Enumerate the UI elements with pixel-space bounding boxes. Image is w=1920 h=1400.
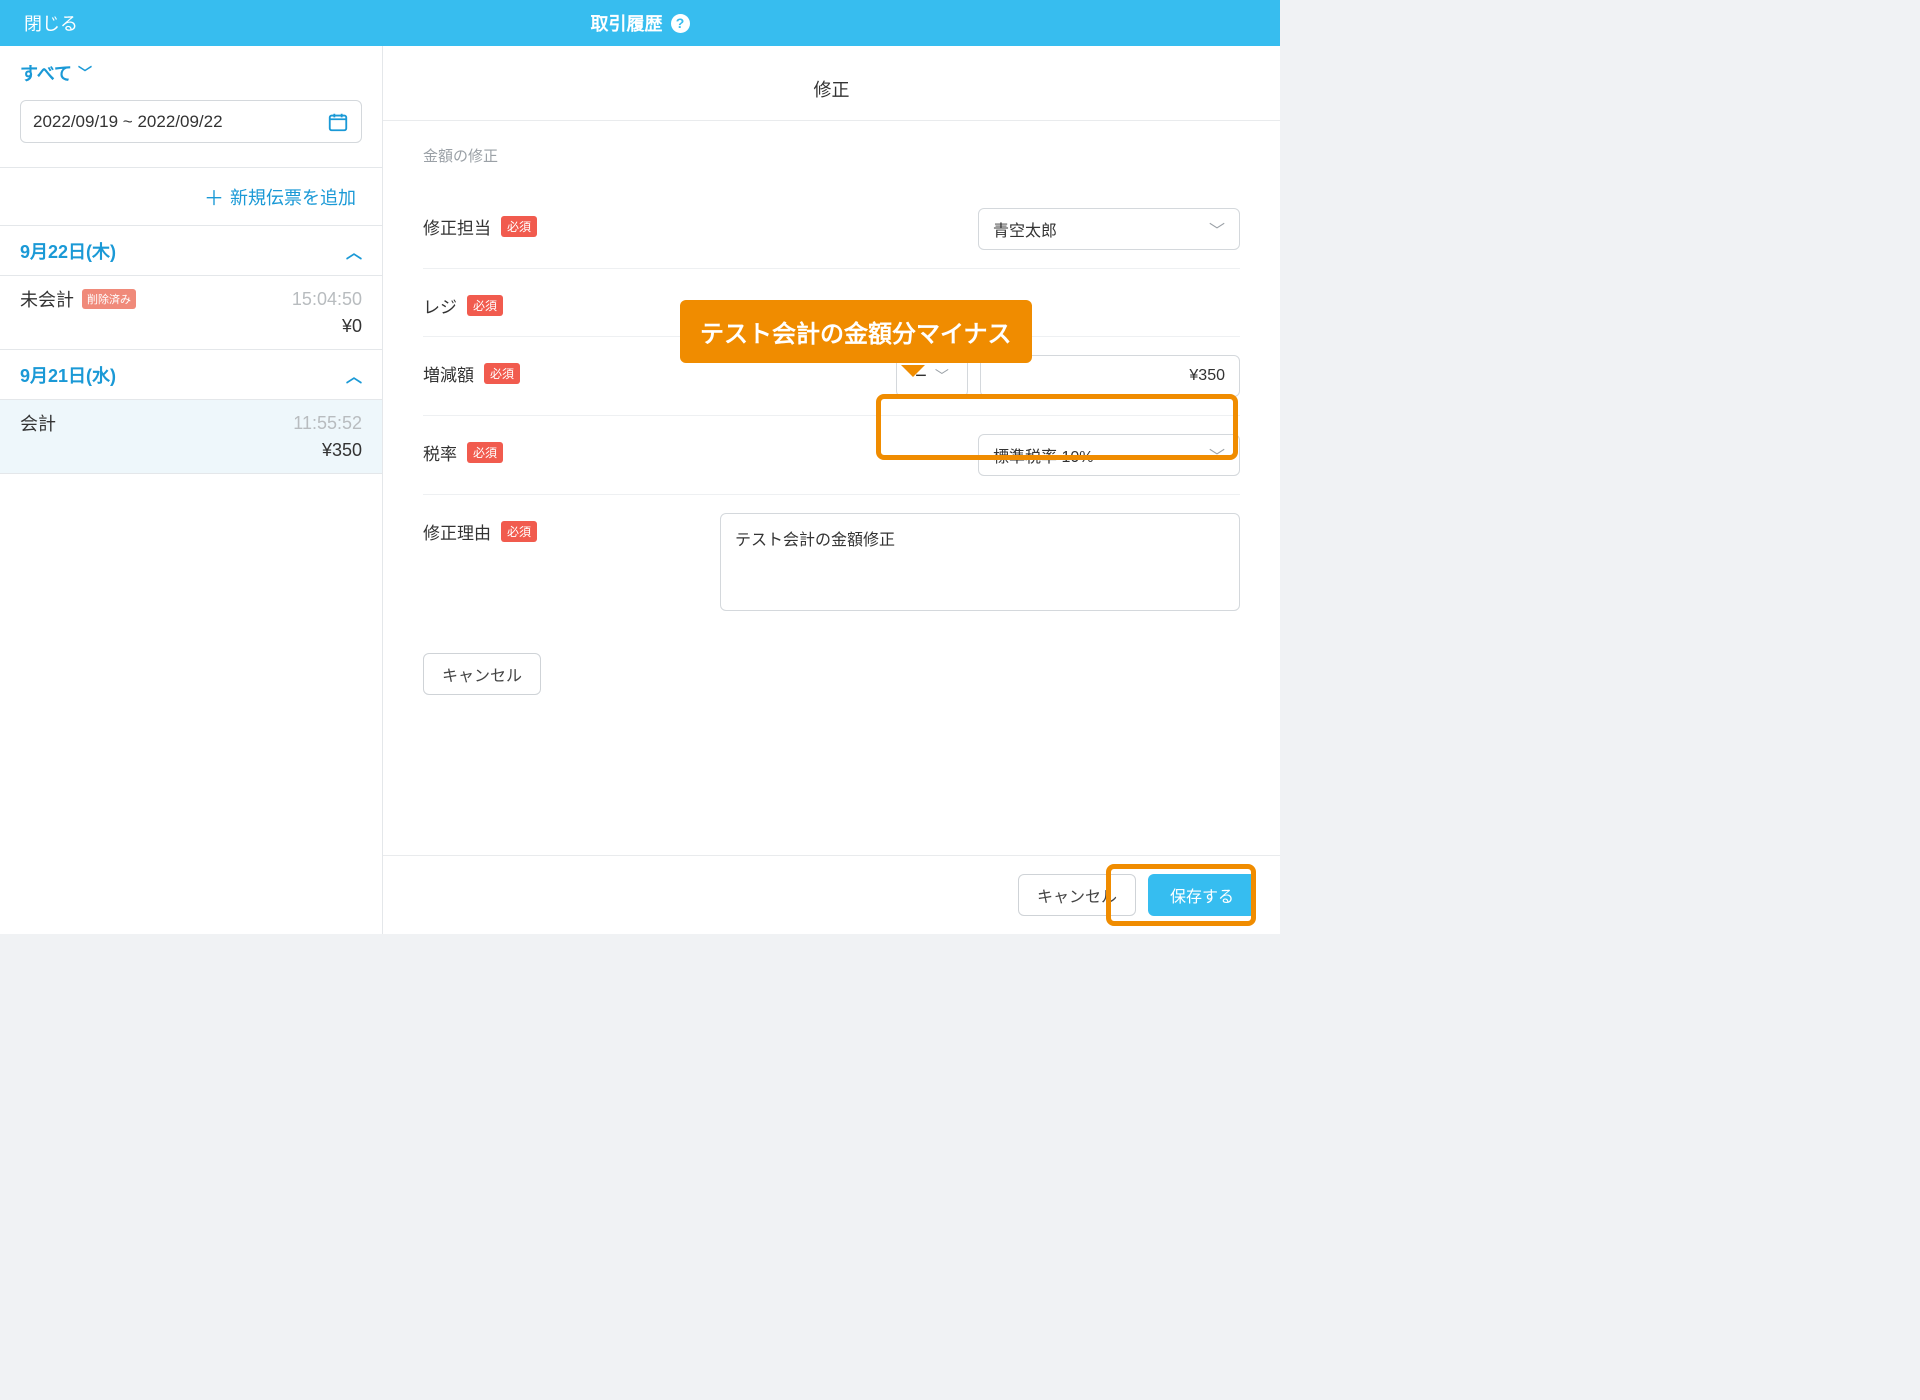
date-group-label: 9月22日(木)	[20, 238, 116, 264]
chevron-up-icon: ︿	[346, 239, 362, 263]
section-label: 金額の修正	[423, 145, 1240, 166]
transaction-status: 会計	[20, 410, 56, 436]
row-reason: 修正理由 必須 テスト会計の金額修正	[423, 495, 1240, 629]
register-label: レジ	[423, 293, 457, 318]
main-area: 修正 金額の修正 修正担当 必須 青空太郎 ﹀	[383, 46, 1280, 934]
chevron-down-icon: ﹀	[1209, 217, 1225, 241]
required-badge: 必須	[501, 521, 537, 542]
panel-title: 修正	[383, 46, 1280, 121]
edit-panel: 修正 金額の修正 修正担当 必須 青空太郎 ﹀	[383, 46, 1280, 934]
chevron-down-icon: ﹀	[935, 366, 949, 386]
transaction-row[interactable]: 未会計 削除済み 15:04:50 ¥0	[0, 276, 382, 350]
page-title-wrap: 取引履歴 ?	[591, 10, 690, 36]
transaction-amount: ¥0	[20, 316, 362, 337]
tax-select[interactable]: 標準税率 10% ﹀	[978, 434, 1240, 476]
topbar: 閉じる 取引履歴 ?	[0, 0, 1280, 46]
add-slip-button[interactable]: ＋ 新規伝票を追加	[0, 168, 382, 226]
deleted-badge: 削除済み	[82, 289, 136, 309]
chevron-down-icon: ﹀	[1209, 443, 1225, 467]
row-tax: 税率 必須 標準税率 10% ﹀	[423, 416, 1240, 495]
transaction-time: 15:04:50	[292, 289, 362, 310]
reason-value: テスト会計の金額修正	[735, 532, 895, 549]
required-badge: 必須	[484, 363, 520, 384]
date-range-value: 2022/09/19 ~ 2022/09/22	[33, 112, 223, 132]
assignee-select[interactable]: 青空太郎 ﹀	[978, 208, 1240, 250]
assignee-label: 修正担当	[423, 214, 491, 239]
transaction-time: 11:55:52	[293, 413, 362, 434]
inline-cancel-button[interactable]: キャンセル	[423, 653, 541, 695]
amount-value: ¥350	[1189, 367, 1225, 385]
filter-dropdown[interactable]: すべて ﹀	[20, 60, 362, 86]
page-title: 取引履歴	[591, 10, 663, 36]
filter-label: すべて	[20, 60, 72, 86]
add-slip-label: 新規伝票を追加	[230, 184, 356, 210]
sidebar: すべて ﹀ 2022/09/19 ~ 2022/09/22 ＋ 新規伝票を追加 …	[0, 46, 383, 934]
tax-value: 標準税率 10%	[993, 443, 1093, 467]
reason-textarea[interactable]: テスト会計の金額修正	[720, 513, 1240, 611]
date-group-header[interactable]: 9月21日(水) ︿	[0, 350, 382, 400]
help-icon[interactable]: ?	[671, 14, 690, 33]
transaction-status: 未会計	[20, 286, 74, 312]
required-badge: 必須	[467, 295, 503, 316]
date-group-header[interactable]: 9月22日(木) ︿	[0, 226, 382, 276]
date-group-label: 9月21日(水)	[20, 362, 116, 388]
plus-icon: ＋	[204, 182, 224, 211]
chevron-down-icon: ﹀	[78, 63, 92, 83]
cancel-button[interactable]: キャンセル	[1018, 874, 1136, 916]
reason-label: 修正理由	[423, 519, 491, 544]
required-badge: 必須	[467, 442, 503, 463]
row-assignee: 修正担当 必須 青空太郎 ﹀	[423, 190, 1240, 269]
amount-label: 増減額	[423, 361, 474, 386]
assignee-value: 青空太郎	[993, 217, 1057, 241]
save-button[interactable]: 保存する	[1148, 874, 1256, 916]
callout-tooltip: テスト会計の金額分マイナス	[680, 300, 1032, 363]
close-button[interactable]: 閉じる	[24, 10, 78, 36]
date-range-input[interactable]: 2022/09/19 ~ 2022/09/22	[20, 100, 362, 143]
chevron-up-icon: ︿	[346, 363, 362, 387]
transaction-row[interactable]: 会計 11:55:52 ¥350	[0, 400, 382, 474]
tax-label: 税率	[423, 440, 457, 465]
transaction-amount: ¥350	[20, 440, 362, 461]
required-badge: 必須	[501, 216, 537, 237]
calendar-icon	[327, 111, 349, 133]
panel-footer: キャンセル 保存する	[383, 855, 1280, 934]
